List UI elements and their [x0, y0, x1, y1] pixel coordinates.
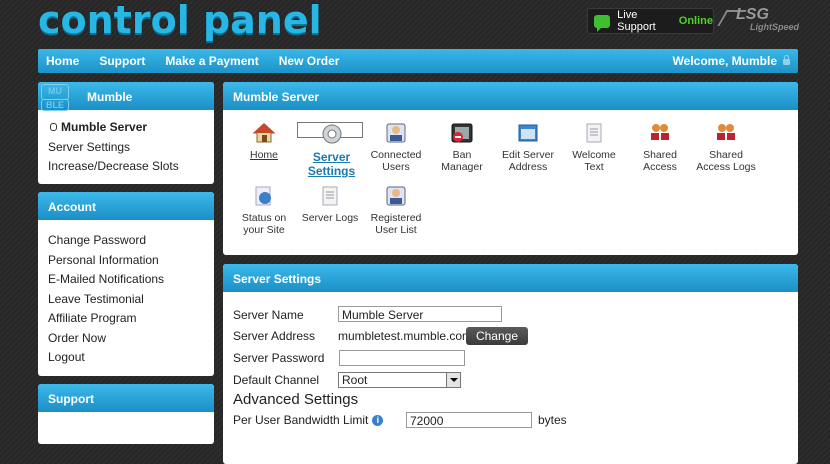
- sidebar-item-emailed-notifications[interactable]: E-Mailed Notifications: [48, 270, 214, 290]
- icon-welcome-text[interactable]: Welcome Text: [561, 122, 627, 173]
- sidebar-support-panel: Support: [38, 384, 214, 444]
- house-icon: [252, 122, 276, 144]
- gear-icon: [321, 123, 343, 145]
- ban-icon: [451, 122, 473, 144]
- server-address-label: Server Address: [233, 329, 316, 343]
- icon-ban-manager[interactable]: Ban Manager: [429, 122, 495, 173]
- default-channel-value: Root: [342, 373, 368, 387]
- advanced-settings-title: Advanced Settings: [233, 391, 359, 408]
- lock-icon[interactable]: [783, 55, 790, 65]
- user-icon: [385, 122, 407, 144]
- icon-server-settings[interactable]: Server Settings: [297, 122, 363, 178]
- sidebar-item-personal-info[interactable]: Personal Information: [48, 251, 214, 271]
- mumble-logo-icon: MU BLE: [41, 84, 71, 111]
- sidebar-mumble-header: MU BLE Mumble: [38, 82, 214, 111]
- globe-icon: [253, 185, 275, 207]
- log-document-icon: [319, 185, 341, 207]
- live-support-label: Live Support: [617, 9, 656, 33]
- icon-shared-access[interactable]: Shared Access: [627, 122, 693, 173]
- mumble-server-panel: Mumble Server Home Server Settings Conne…: [223, 82, 798, 255]
- icon-status-on-site[interactable]: Status on your Site: [231, 185, 297, 236]
- lightspeed-text: LightSpeed: [750, 22, 799, 32]
- nav-make-payment[interactable]: Make a Payment: [165, 54, 258, 68]
- mumble-logo-top: MU: [41, 84, 69, 100]
- icon-home[interactable]: Home: [231, 122, 297, 161]
- chat-icon: [594, 14, 611, 32]
- sidebar-support-header: Support: [38, 384, 214, 412]
- default-channel-select[interactable]: Root: [338, 372, 461, 388]
- microphone-icon: [48, 123, 58, 132]
- sidebar-mumble-panel: MU BLE Mumble Mumble Server Server Setti…: [38, 82, 214, 184]
- nav-home[interactable]: Home: [46, 54, 79, 68]
- server-address-value: mumbletest.mumble.com: [338, 329, 473, 343]
- server-password-label: Server Password: [233, 351, 325, 365]
- document-icon: [583, 122, 605, 144]
- sidebar-item-change-password[interactable]: Change Password: [48, 231, 214, 251]
- icon-edit-server-address[interactable]: Edit Server Address: [495, 122, 561, 173]
- users-icon: [649, 122, 671, 144]
- welcome-text: Welcome, Mumble: [672, 54, 777, 68]
- sidebar-item-affiliate-program[interactable]: Affiliate Program: [48, 309, 214, 329]
- server-settings-header: Server Settings: [223, 264, 798, 292]
- nav-new-order[interactable]: New Order: [279, 54, 340, 68]
- server-password-input[interactable]: [339, 350, 465, 366]
- live-support-status: Online: [678, 15, 713, 27]
- sidebar-item-order-now[interactable]: Order Now: [48, 329, 214, 349]
- icon-connected-users[interactable]: Connected Users: [363, 122, 429, 173]
- mumble-server-header: Mumble Server: [223, 82, 798, 110]
- chevron-down-icon: [446, 373, 460, 387]
- nav-support[interactable]: Support: [99, 54, 145, 68]
- user-list-icon: [385, 185, 407, 207]
- sidebar-account-header: Account: [38, 192, 214, 220]
- control-panel-logo: control panel: [38, 0, 322, 42]
- window-edit-icon: [517, 122, 539, 144]
- info-icon[interactable]: i: [372, 415, 384, 426]
- sidebar-item-leave-testimonial[interactable]: Leave Testimonial: [48, 290, 214, 310]
- sidebar-account-panel: Account Change Password Personal Informa…: [38, 192, 214, 376]
- sidebar-item-logout[interactable]: Logout: [48, 348, 214, 368]
- welcome-user: Welcome, Mumble: [673, 54, 790, 68]
- icon-registered-user-list[interactable]: Registered User List: [363, 185, 429, 236]
- bandwidth-label-text: Per User Bandwidth Limit: [233, 413, 369, 427]
- default-channel-label: Default Channel: [233, 373, 320, 387]
- icon-server-logs[interactable]: Server Logs: [297, 185, 363, 224]
- bandwidth-input[interactable]: 72000: [406, 412, 532, 428]
- change-address-button[interactable]: Change: [466, 327, 528, 345]
- server-name-input[interactable]: Mumble Server: [338, 306, 502, 322]
- users-log-icon: [715, 122, 737, 144]
- sidebar-item-increase-slots[interactable]: Increase/Decrease Slots: [48, 157, 214, 177]
- sidebar-item-label: Mumble Server: [61, 120, 148, 134]
- icon-shared-access-logs[interactable]: Shared Access Logs: [693, 122, 759, 173]
- server-name-label: Server Name: [233, 308, 304, 322]
- live-support-indicator[interactable]: Live Support Online: [587, 8, 714, 34]
- sidebar-item-mumble-server[interactable]: Mumble Server: [48, 118, 214, 138]
- sidebar-item-server-settings[interactable]: Server Settings: [48, 138, 214, 158]
- sidebar-mumble-title: Mumble: [87, 90, 133, 104]
- bandwidth-label: Per User Bandwidth Limit i: [233, 413, 384, 427]
- mumble-logo-bottom: BLE: [41, 99, 69, 111]
- lsg-logo: LSG LightSpeed: [717, 4, 800, 36]
- server-settings-panel: Server Settings Server Name Mumble Serve…: [223, 264, 798, 464]
- top-navigation: Home Support Make a Payment New Order We…: [38, 49, 798, 73]
- bandwidth-unit: bytes: [538, 413, 567, 427]
